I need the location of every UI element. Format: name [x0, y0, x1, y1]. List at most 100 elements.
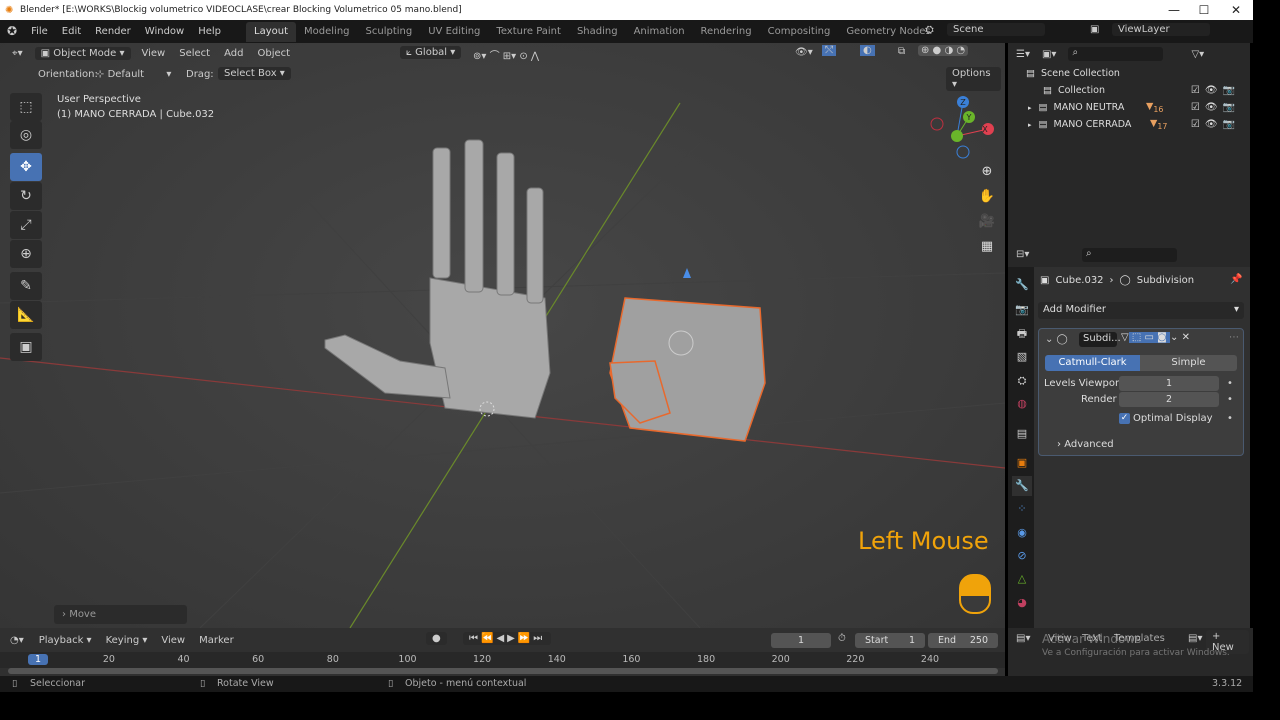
move-tool[interactable]: ✥: [10, 153, 42, 181]
tab-uv-editing[interactable]: UV Editing: [420, 22, 488, 42]
levels-viewport-field[interactable]: 1: [1119, 376, 1219, 391]
menu-add[interactable]: Add: [217, 43, 250, 65]
menu-render[interactable]: Render: [88, 20, 138, 43]
menu-edit[interactable]: Edit: [55, 20, 88, 43]
maximize-button[interactable]: ☐: [1190, 0, 1218, 20]
outliner-item-scene-collection[interactable]: ▤ Scene Collection: [1008, 65, 1250, 82]
camera-icon[interactable]: 🎥: [976, 211, 998, 233]
overlay-toggle[interactable]: ◐: [860, 45, 875, 56]
menu-view[interactable]: View: [135, 43, 173, 65]
modifier-name-field[interactable]: Subdi...: [1079, 332, 1121, 347]
collection-tab-icon[interactable]: ▤: [1012, 424, 1032, 444]
tab-layout[interactable]: Layout: [246, 21, 297, 42]
move-z-arrow[interactable]: [683, 268, 691, 278]
close-button[interactable]: ✕: [1222, 0, 1250, 20]
editor-type-icon[interactable]: ◔▾: [10, 635, 24, 646]
render-tab-icon[interactable]: 📷: [1012, 300, 1032, 320]
render-levels-field[interactable]: 2: [1119, 392, 1219, 407]
start-frame-field[interactable]: Start 1: [855, 633, 925, 648]
view-layer-icon[interactable]: ▣: [1090, 24, 1099, 35]
minimize-button[interactable]: —: [1160, 0, 1188, 20]
pan-hand-icon[interactable]: ✋: [976, 186, 998, 208]
stopwatch-icon[interactable]: ⏱: [838, 633, 846, 644]
outliner-item-mano-neutra[interactable]: ▸ ▤ MANO NEUTRA ▼16 ☑👁📷: [1008, 99, 1250, 116]
zoom-icon[interactable]: ⊕: [976, 161, 998, 183]
scene-tab-icon[interactable]: ⛭: [1012, 371, 1032, 391]
collapse-chevron-icon[interactable]: ⌄ ◯: [1045, 334, 1068, 345]
mode-selector[interactable]: ▣ Object Mode ▾: [34, 47, 131, 60]
measure-tool[interactable]: 📐: [10, 301, 42, 329]
tab-modeling[interactable]: Modeling: [296, 22, 358, 42]
visibility-toggles[interactable]: ☑👁📷: [1191, 119, 1240, 130]
filter-view-icon[interactable]: ▣▾: [1042, 49, 1056, 60]
output-tab-icon[interactable]: 🖶: [1012, 324, 1032, 344]
outliner-item-collection[interactable]: ▤ Collection ☑👁📷: [1008, 82, 1250, 99]
transform-tool[interactable]: ⊕: [10, 240, 42, 268]
outliner-search[interactable]: ⌕: [1068, 47, 1164, 61]
modifier-tab-icon[interactable]: 🔧: [1012, 476, 1032, 496]
outliner-display-icon[interactable]: ☰▾: [1016, 49, 1030, 60]
menu-view[interactable]: View: [154, 629, 192, 652]
tab-compositing[interactable]: Compositing: [760, 22, 839, 42]
catmull-clark-button[interactable]: Catmull-Clark: [1045, 355, 1140, 371]
tab-rendering[interactable]: Rendering: [693, 22, 760, 42]
simple-button[interactable]: Simple: [1140, 355, 1237, 371]
add-modifier-dropdown[interactable]: Add Modifier ▾: [1038, 302, 1244, 319]
menu-object[interactable]: Object: [250, 43, 297, 65]
menu-keying[interactable]: Keying ▾: [99, 629, 155, 652]
cursor-tool[interactable]: ◎: [10, 121, 42, 149]
scale-tool[interactable]: ⤢: [10, 211, 42, 239]
timeline-ruler[interactable]: 1 20 40 60 80 100 120 140 160 180 200 220 240: [0, 652, 1005, 668]
menu-help[interactable]: Help: [191, 20, 228, 43]
orientation-selector[interactable]: ⊹ Default ▾: [96, 69, 171, 80]
record-button[interactable]: ●: [426, 632, 447, 645]
tab-sculpting[interactable]: Sculpting: [358, 22, 421, 42]
outliner-item-mano-cerrada[interactable]: ▸ ▤ MANO CERRADA ▼17 ☑👁📷: [1008, 116, 1250, 133]
blender-menu-icon[interactable]: ✪: [0, 20, 24, 43]
particles-tab-icon[interactable]: ⁘: [1012, 499, 1032, 519]
tab-shading[interactable]: Shading: [569, 22, 626, 42]
timeline-scrollbar[interactable]: [8, 668, 998, 674]
advanced-subpanel[interactable]: › Advanced: [1057, 439, 1114, 450]
editor-type-icon[interactable]: ⌖▾: [12, 48, 23, 59]
scene-icon[interactable]: ⛭: [925, 23, 934, 37]
optimal-display-checkbox[interactable]: ✓: [1119, 413, 1130, 424]
select-box-tool[interactable]: ⬚: [10, 93, 42, 121]
visibility-toggles[interactable]: ☑👁📷: [1191, 102, 1240, 113]
gizmo-toggle[interactable]: ⤲: [822, 45, 836, 56]
add-cube-tool[interactable]: ▣: [10, 333, 42, 361]
keyframe-dot[interactable]: •: [1227, 394, 1233, 405]
visibility-toggles[interactable]: ☑👁📷: [1191, 85, 1240, 96]
object-tab-icon[interactable]: ▣: [1012, 453, 1032, 473]
tab-animation[interactable]: Animation: [626, 22, 693, 42]
tab-texture-paint[interactable]: Texture Paint: [488, 22, 569, 42]
keyframe-dot[interactable]: •: [1227, 413, 1233, 424]
editor-type-icon[interactable]: ▤▾: [1016, 633, 1030, 644]
scene-selector[interactable]: Scene: [947, 23, 1045, 36]
annotate-tool[interactable]: ✎: [10, 272, 42, 300]
playback-controls[interactable]: ⏮⏪◀▶⏩⏭: [463, 632, 552, 645]
options-button[interactable]: Options ▾: [946, 67, 1001, 91]
drag-handle-icon[interactable]: ⋯: [1229, 332, 1239, 343]
menu-playback[interactable]: Playback ▾: [32, 629, 99, 652]
perspective-grid-icon[interactable]: ▦: [976, 236, 998, 258]
material-tab-icon[interactable]: ◕: [1012, 593, 1032, 613]
data-tab-icon[interactable]: △: [1012, 569, 1032, 589]
current-frame-field[interactable]: 1: [771, 633, 831, 648]
shading-modes[interactable]: ⊕ ● ◑ ◔: [918, 45, 969, 56]
3d-viewport[interactable]: X Y Z ⌖▾ ▣ Object Mode ▾ View Select Add…: [0, 43, 1005, 628]
constraints-tab-icon[interactable]: ⊘: [1012, 546, 1032, 566]
end-frame-field[interactable]: End 250: [928, 633, 998, 648]
world-tab-icon[interactable]: ◍: [1012, 394, 1032, 414]
pin-icon[interactable]: 📌: [1230, 274, 1242, 285]
tab-geometry-nodes[interactable]: Geometry Nodes: [838, 22, 938, 42]
tool-tab-icon[interactable]: 🔧: [1012, 275, 1032, 295]
modifier-toggle-icons[interactable]: ▽ ⬚ ▭ ◙ ⌄ ✕: [1121, 332, 1190, 343]
view-layer-selector[interactable]: ViewLayer: [1112, 23, 1210, 36]
visibility-icon[interactable]: 👁▾: [795, 47, 813, 58]
xray-toggle[interactable]: ⧉: [898, 46, 905, 57]
text-browse-icon[interactable]: ▤▾: [1188, 633, 1202, 644]
menu-window[interactable]: Window: [138, 20, 191, 43]
filter-icon[interactable]: ▽▾: [1191, 49, 1204, 60]
menu-file[interactable]: File: [24, 20, 55, 43]
